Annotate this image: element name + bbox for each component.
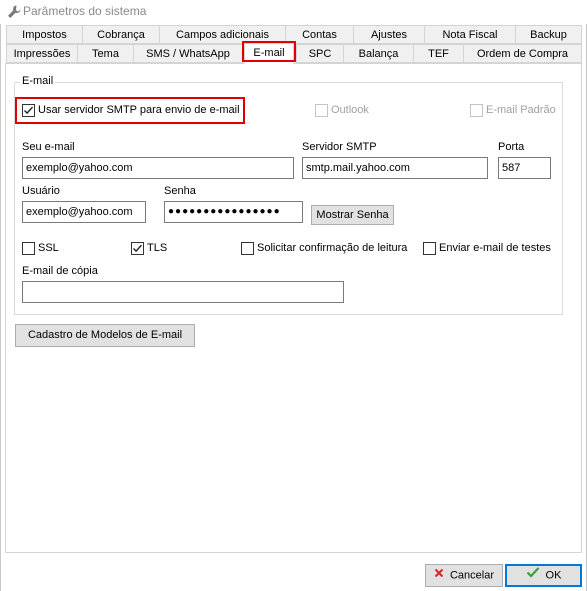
x-icon xyxy=(434,565,444,586)
port-input[interactable]: 587 xyxy=(498,157,551,179)
smtp-server-label: Servidor SMTP xyxy=(302,141,377,153)
use-smtp-label[interactable]: Usar servidor SMTP para envio de e-mail xyxy=(38,104,240,116)
tab-tef[interactable]: TEF xyxy=(413,44,464,63)
tls-label[interactable]: TLS xyxy=(147,242,167,254)
tls-checkbox[interactable] xyxy=(131,242,144,255)
tab-contas[interactable]: Contas xyxy=(285,25,354,44)
read-receipt-checkbox[interactable] xyxy=(241,242,254,255)
tab-ordem-de-compra[interactable]: Ordem de Compra xyxy=(463,44,582,63)
email-group-legend: E-mail xyxy=(20,75,56,87)
password-label: Senha xyxy=(164,185,196,197)
ok-button[interactable]: OK xyxy=(505,564,582,587)
default-email-label[interactable]: E-mail Padrão xyxy=(486,104,556,116)
tab-campos-adicionais[interactable]: Campos adicionais xyxy=(159,25,286,44)
send-test-label[interactable]: Enviar e-mail de testes xyxy=(439,242,551,254)
tab-backup[interactable]: Backup xyxy=(515,25,582,44)
tab-ajustes[interactable]: Ajustes xyxy=(353,25,425,44)
smtp-server-input[interactable]: smtp.mail.yahoo.com xyxy=(302,157,488,179)
tab-tema[interactable]: Tema xyxy=(77,44,134,63)
password-input[interactable]: ●●●●●●●●●●●●●●●● xyxy=(164,201,303,223)
cancel-button-label: Cancelar xyxy=(449,569,495,582)
your-email-label: Seu e-mail xyxy=(22,141,75,153)
check-icon xyxy=(133,244,143,253)
tab-cobranca[interactable]: Cobrança xyxy=(82,25,160,44)
cc-email-label: E-mail de cópia xyxy=(22,265,98,277)
check-icon xyxy=(526,566,540,585)
user-input[interactable]: exemplo@yahoo.com xyxy=(22,201,146,223)
use-smtp-checkbox[interactable] xyxy=(22,104,35,117)
wrench-icon xyxy=(6,4,22,20)
tab-nota-fiscal[interactable]: Nota Fiscal xyxy=(424,25,516,44)
cc-email-input[interactable] xyxy=(22,281,344,303)
tab-email[interactable]: E-mail xyxy=(244,43,294,64)
default-email-checkbox[interactable] xyxy=(470,104,483,117)
tab-impressoes[interactable]: Impressões xyxy=(6,44,78,63)
ssl-label[interactable]: SSL xyxy=(38,242,59,254)
tab-spc[interactable]: SPC xyxy=(296,44,344,63)
window-border-left xyxy=(0,24,1,591)
user-label: Usuário xyxy=(22,185,60,197)
read-receipt-label[interactable]: Solicitar confirmação de leitura xyxy=(257,242,407,254)
email-templates-button[interactable]: Cadastro de Modelos de E-mail xyxy=(15,324,195,347)
ok-button-label: OK xyxy=(545,569,562,582)
your-email-input[interactable]: exemplo@yahoo.com xyxy=(22,157,294,179)
tab-impostos[interactable]: Impostos xyxy=(6,25,83,44)
port-label: Porta xyxy=(498,141,525,153)
outlook-checkbox[interactable] xyxy=(315,104,328,117)
window-title: Parâmetros do sistema xyxy=(23,4,147,18)
show-password-button[interactable]: Mostrar Senha xyxy=(311,205,394,225)
check-icon xyxy=(24,106,34,115)
cancel-button[interactable]: Cancelar xyxy=(425,564,503,587)
send-test-checkbox[interactable] xyxy=(423,242,436,255)
ssl-checkbox[interactable] xyxy=(22,242,35,255)
tab-balanca[interactable]: Balança xyxy=(343,44,414,63)
outlook-label[interactable]: Outlook xyxy=(331,104,369,116)
tab-sms-whatsapp[interactable]: SMS / WhatsApp xyxy=(133,44,243,63)
